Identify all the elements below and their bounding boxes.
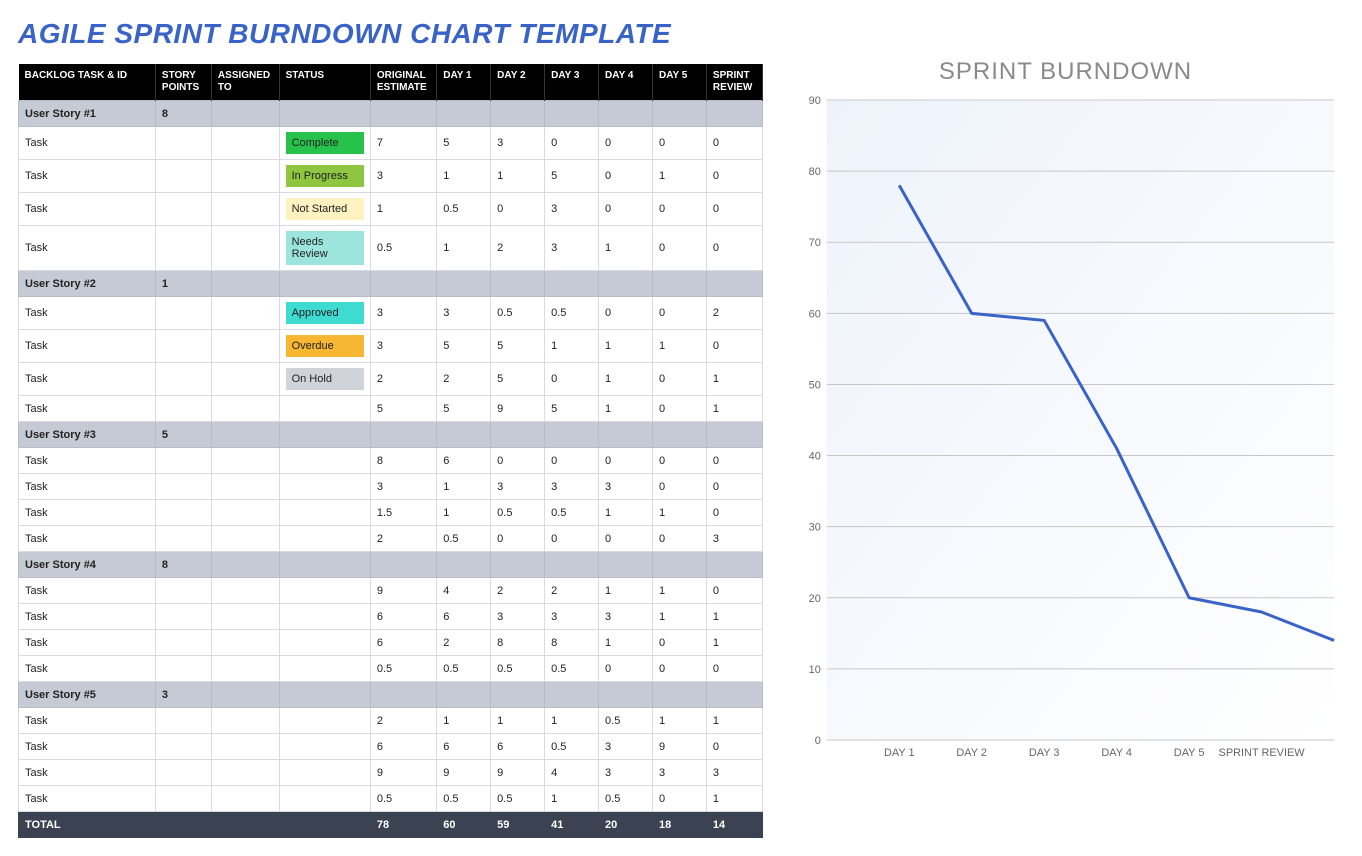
status-cell[interactable]: Approved <box>279 297 370 330</box>
task-row: Task6660.5390 <box>19 734 763 760</box>
svg-text:DAY 2: DAY 2 <box>956 747 987 759</box>
svg-text:70: 70 <box>809 237 821 249</box>
page-title: AGILE SPRINT BURNDOWN CHART TEMPLATE <box>18 18 1344 50</box>
status-cell[interactable] <box>279 526 370 552</box>
story-row: User Story #53 <box>19 682 763 708</box>
chart-container: SPRINT BURNDOWN 0 10 20 30 40 50 60 70 80 90 DAY 1… <box>787 58 1344 770</box>
status-cell[interactable]: Complete <box>279 127 370 160</box>
svg-text:60: 60 <box>809 308 821 320</box>
column-header: DAY 4 <box>599 64 653 101</box>
status-cell[interactable] <box>279 578 370 604</box>
status-cell[interactable] <box>279 448 370 474</box>
task-row: Task6633311 <box>19 604 763 630</box>
task-row: Task0.50.50.510.501 <box>19 786 763 812</box>
task-row: Task20.500003 <box>19 526 763 552</box>
column-header: DAY 3 <box>545 64 599 101</box>
burndown-table: BACKLOG TASK & IDSTORY POINTSASSIGNED TO… <box>18 64 763 838</box>
status-cell[interactable]: Not Started <box>279 193 370 226</box>
story-row: User Story #18 <box>19 101 763 127</box>
task-row: TaskOverdue3551110 <box>19 330 763 363</box>
status-cell[interactable] <box>279 760 370 786</box>
column-header: ORIGINAL ESTIMATE <box>370 64 436 101</box>
task-row: Task9994333 <box>19 760 763 786</box>
svg-text:40: 40 <box>809 451 821 463</box>
task-row: TaskNeeds Review0.5123100 <box>19 226 763 271</box>
status-cell[interactable]: Needs Review <box>279 226 370 271</box>
chart-title: SPRINT BURNDOWN <box>787 58 1344 86</box>
task-row: Task5595101 <box>19 396 763 422</box>
status-cell[interactable] <box>279 604 370 630</box>
status-cell[interactable] <box>279 734 370 760</box>
task-row: TaskOn Hold2250101 <box>19 363 763 396</box>
task-row: Task6288101 <box>19 630 763 656</box>
task-row: Task21110.511 <box>19 708 763 734</box>
status-cell[interactable]: Overdue <box>279 330 370 363</box>
burndown-table-container: BACKLOG TASK & IDSTORY POINTSASSIGNED TO… <box>18 64 763 838</box>
status-cell[interactable]: On Hold <box>279 363 370 396</box>
status-cell[interactable] <box>279 396 370 422</box>
task-row: Task0.50.50.50.5000 <box>19 656 763 682</box>
status-cell[interactable] <box>279 786 370 812</box>
task-row: Task9422110 <box>19 578 763 604</box>
svg-text:50: 50 <box>809 379 821 391</box>
column-header: STORY POINTS <box>155 64 211 101</box>
status-cell[interactable] <box>279 656 370 682</box>
svg-text:DAY 3: DAY 3 <box>1029 747 1060 759</box>
status-cell[interactable] <box>279 630 370 656</box>
svg-text:80: 80 <box>809 166 821 178</box>
column-header: SPRINT REVIEW <box>706 64 762 101</box>
status-cell[interactable] <box>279 500 370 526</box>
burndown-chart: 0 10 20 30 40 50 60 70 80 90 DAY 1 DAY 2 DAY 3 DAY 4 D… <box>787 90 1344 770</box>
total-row: TOTAL78605941201814 <box>19 812 763 838</box>
task-row: Task1.510.50.5110 <box>19 500 763 526</box>
column-header: DAY 1 <box>437 64 491 101</box>
task-row: TaskApproved330.50.5002 <box>19 297 763 330</box>
story-row: User Story #35 <box>19 422 763 448</box>
task-row: Task8600000 <box>19 448 763 474</box>
svg-text:30: 30 <box>809 522 821 534</box>
task-row: Task3133300 <box>19 474 763 500</box>
column-header: ASSIGNED TO <box>211 64 279 101</box>
column-header: STATUS <box>279 64 370 101</box>
svg-text:90: 90 <box>809 95 821 107</box>
status-cell[interactable] <box>279 474 370 500</box>
svg-text:0: 0 <box>815 735 821 747</box>
column-header: BACKLOG TASK & ID <box>19 64 156 101</box>
story-row: User Story #21 <box>19 271 763 297</box>
svg-text:SPRINT REVIEW: SPRINT REVIEW <box>1219 747 1306 759</box>
column-header: DAY 2 <box>491 64 545 101</box>
status-cell[interactable]: In Progress <box>279 160 370 193</box>
svg-text:DAY 1: DAY 1 <box>884 747 915 759</box>
story-row: User Story #48 <box>19 552 763 578</box>
task-row: TaskIn Progress3115010 <box>19 160 763 193</box>
task-row: TaskComplete7530000 <box>19 127 763 160</box>
column-header: DAY 5 <box>652 64 706 101</box>
svg-text:10: 10 <box>809 664 821 676</box>
svg-text:DAY 4: DAY 4 <box>1101 747 1132 759</box>
status-cell[interactable] <box>279 708 370 734</box>
task-row: TaskNot Started10.503000 <box>19 193 763 226</box>
svg-text:20: 20 <box>809 593 821 605</box>
svg-text:DAY 5: DAY 5 <box>1174 747 1205 759</box>
